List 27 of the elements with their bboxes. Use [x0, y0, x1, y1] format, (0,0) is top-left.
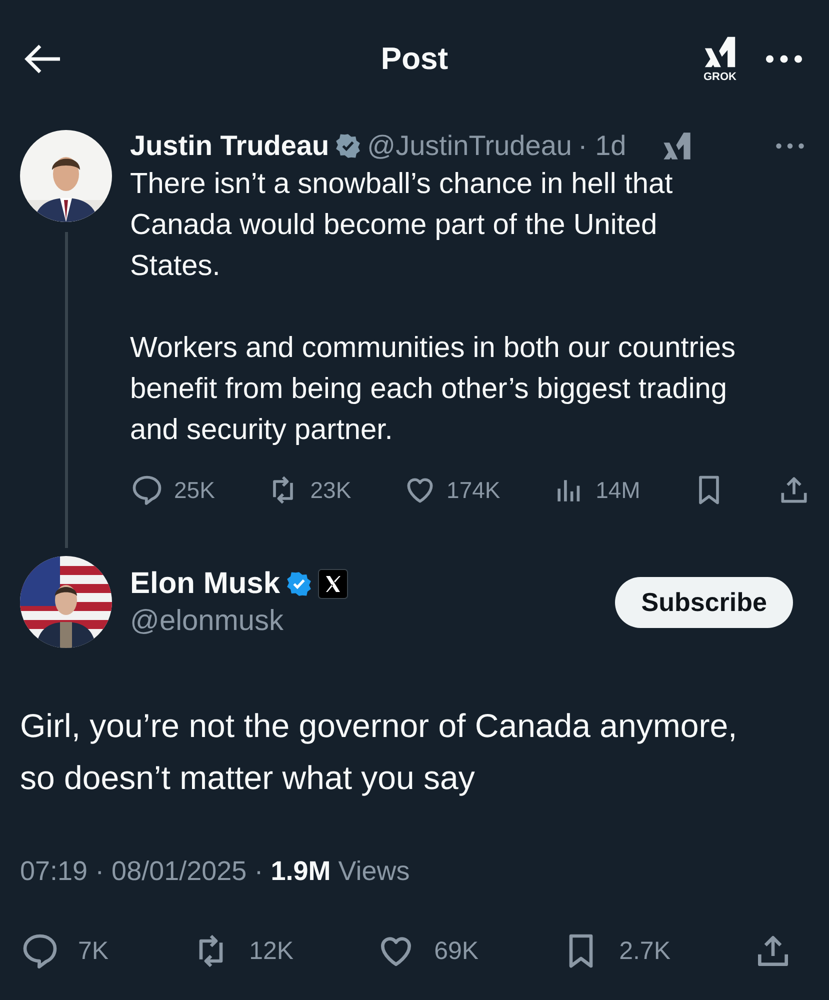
x-logo-icon[interactable] [318, 568, 348, 598]
grok-icon[interactable] [662, 131, 692, 161]
back-icon[interactable] [22, 43, 62, 75]
more-icon[interactable] [775, 142, 805, 150]
bookmark-count: 2.7K [619, 936, 670, 966]
reply-icon[interactable] [130, 473, 164, 507]
like-count: 174K [446, 476, 500, 504]
post-meta: 07:19 · 08/01/2025 · 1.9M Views [20, 856, 411, 887]
post-text: Workers and communities in both our countries benefit from being each other’s biggest trading and security partner. [130, 331, 737, 448]
author-handle[interactable]: @elonmusk [130, 604, 348, 638]
grok-label: GROK [704, 71, 736, 83]
page-title: Post [380, 41, 448, 77]
repost-count: 23K [310, 476, 352, 504]
post-text: There isn’t a snowball’s chance in hell that Canada would become part of the United States. [130, 167, 674, 284]
author-name[interactable]: Justin Trudeau [130, 130, 330, 162]
views-count: 14M [596, 476, 640, 504]
more-icon[interactable] [765, 54, 803, 64]
author-handle[interactable]: @JustinTrudeau [367, 130, 572, 162]
reply-count: 7K [78, 936, 109, 966]
author-name[interactable]: Elon Musk [130, 566, 280, 600]
reply-count: 25K [174, 476, 215, 504]
grok-logo-icon[interactable] [703, 35, 737, 69]
subscribe-button[interactable]: Subscribe [615, 576, 793, 628]
post-time: · 1d [578, 130, 626, 162]
repost-count: 12K [249, 936, 294, 966]
like-count: 69K [434, 936, 479, 966]
post-text: Girl, you’re not the governor of Canada anymore, so doesn’t matter what you say [20, 706, 738, 798]
